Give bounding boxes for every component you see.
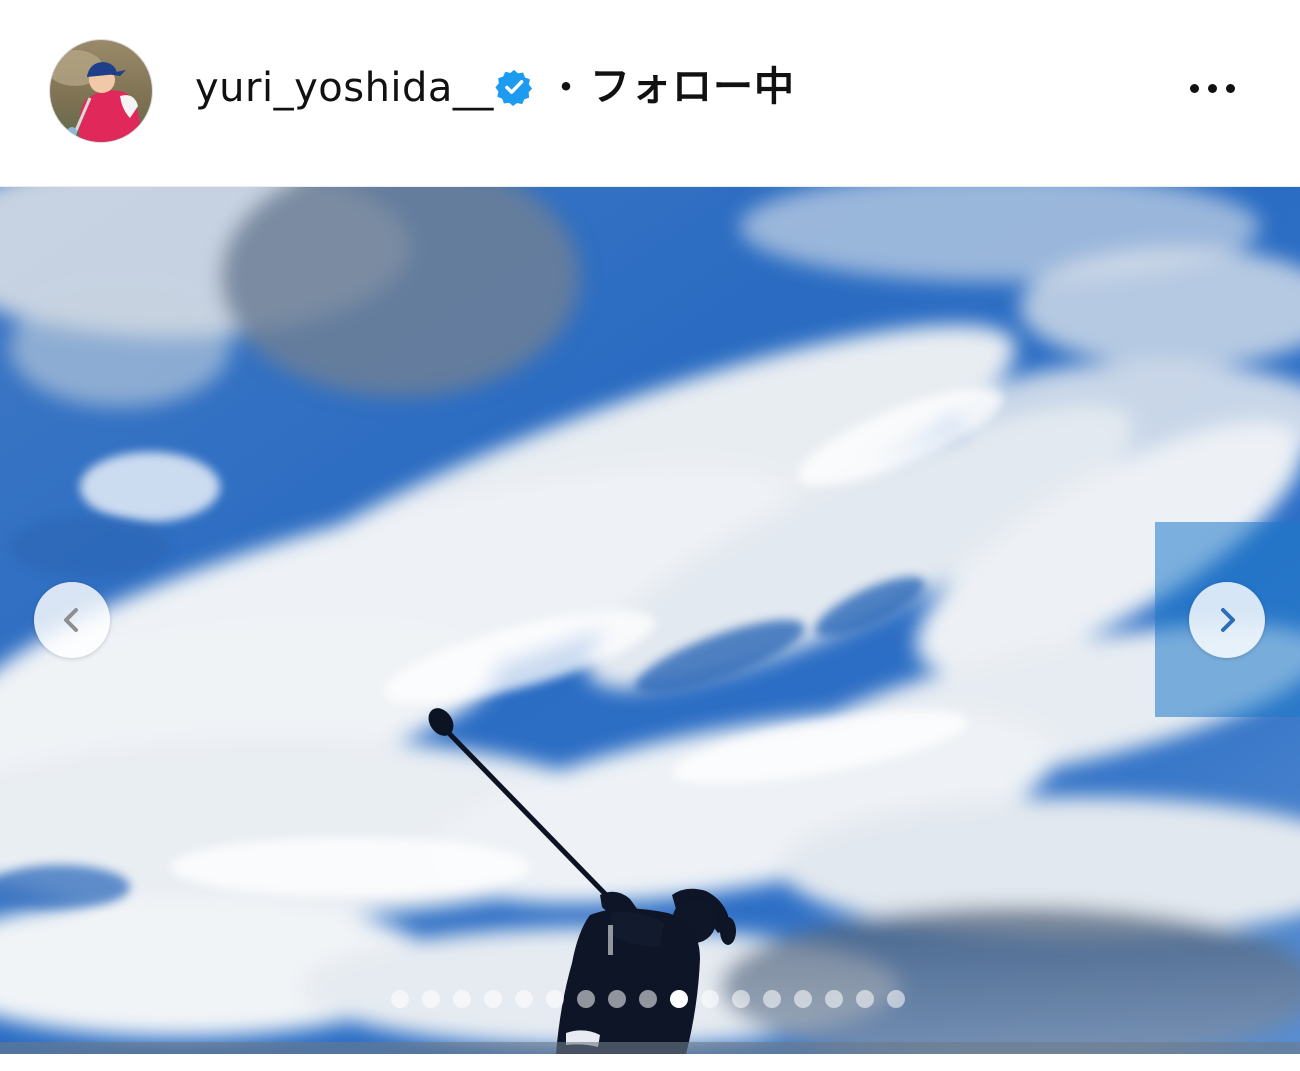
post-header: yuri_yoshida__ ・ フォロー中: [0, 0, 1300, 187]
more-options-button[interactable]: [1180, 68, 1244, 108]
chevron-right-icon: [1221, 608, 1235, 632]
pagination-dot: [391, 990, 409, 1008]
post-photo: [0, 187, 1300, 1054]
pagination-dot-active: [670, 990, 688, 1008]
more-dot: [1207, 83, 1217, 93]
avatar[interactable]: [50, 40, 152, 142]
carousel-pagination: [0, 987, 1300, 1011]
pagination-dot: [887, 990, 905, 1008]
pagination-dot: [577, 990, 595, 1008]
pagination-dot: [515, 990, 533, 1008]
pagination-dot: [453, 990, 471, 1008]
pagination-dot: [639, 990, 657, 1008]
more-horizontal-icon: [1189, 83, 1199, 93]
username-link[interactable]: yuri_yoshida__: [195, 60, 494, 116]
pagination-dot: [608, 990, 626, 1008]
instagram-post: yuri_yoshida__ ・ フォロー中: [0, 0, 1300, 1071]
pagination-dot: [763, 990, 781, 1008]
chevron-left-icon: [64, 608, 78, 632]
pagination-dot: [825, 990, 843, 1008]
post-media[interactable]: [0, 187, 1300, 1054]
carousel-next-button[interactable]: [1189, 582, 1265, 658]
more-dot: [1225, 83, 1235, 93]
pagination-dot: [546, 990, 564, 1008]
pagination-dot: [794, 990, 812, 1008]
pagination-dot: [701, 990, 719, 1008]
separator-dot: ・: [546, 65, 586, 111]
pagination-dot: [484, 990, 502, 1008]
post-footer-strip: [0, 1054, 1300, 1071]
follow-status-button[interactable]: フォロー中: [590, 58, 795, 116]
carousel-prev-button[interactable]: [34, 582, 110, 658]
verified-badge-icon: [495, 68, 533, 106]
pagination-dot: [732, 990, 750, 1008]
pagination-dot: [422, 990, 440, 1008]
pagination-dot: [856, 990, 874, 1008]
